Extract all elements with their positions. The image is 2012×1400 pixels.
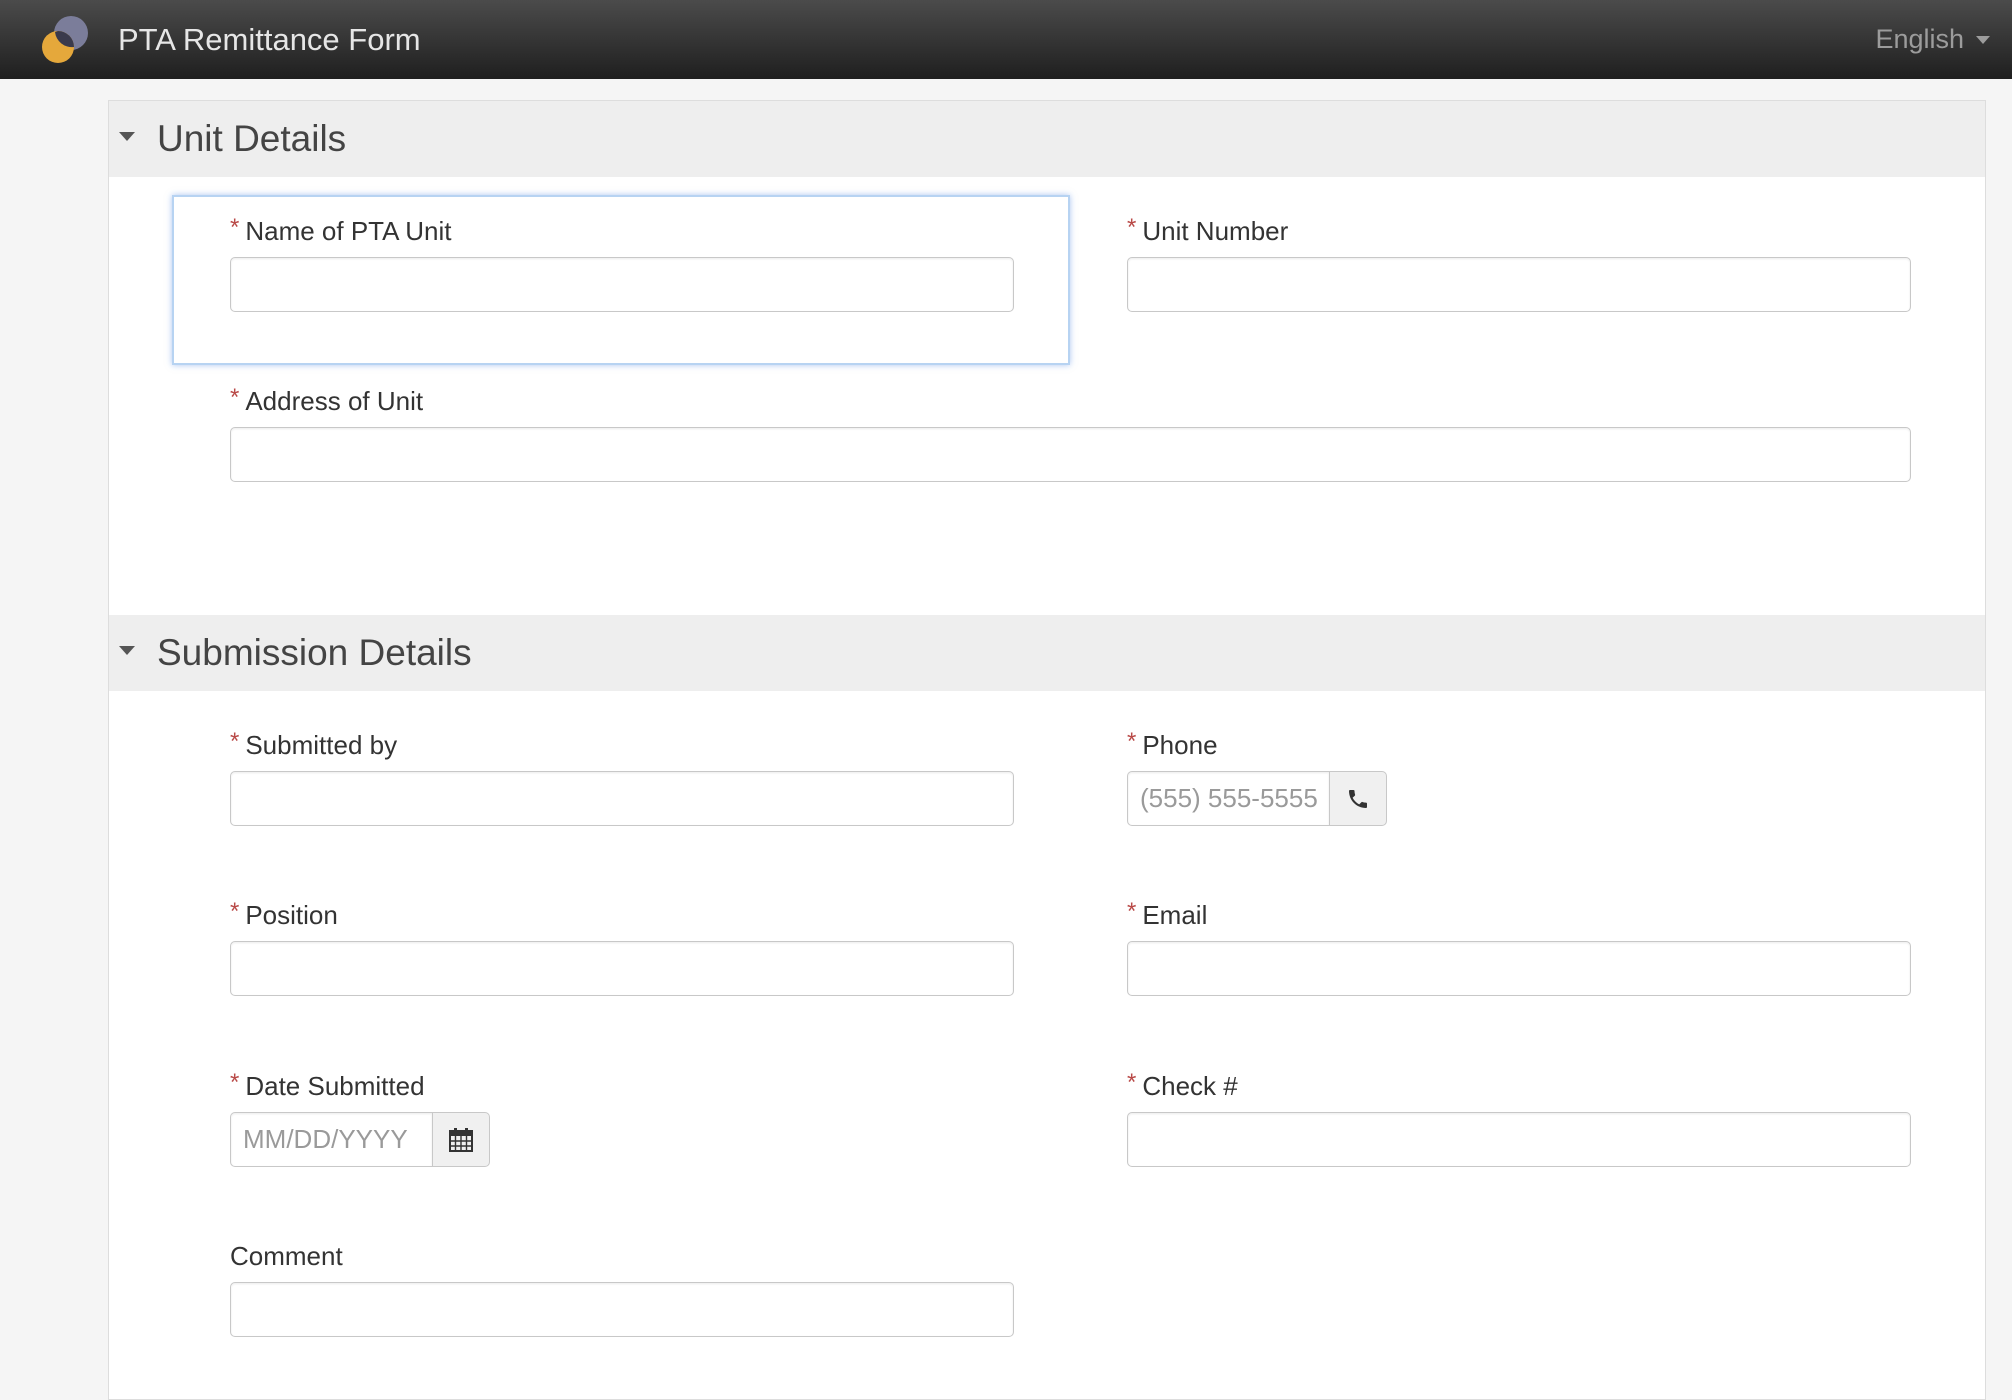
section-header-unit-details[interactable]: Unit Details [109, 101, 1985, 177]
unit-address-field: * Address of Unit [230, 384, 1911, 482]
language-label: English [1875, 24, 1964, 54]
field-label: Check # [1142, 1071, 1238, 1101]
field-label: Unit Number [1142, 216, 1289, 246]
field-label: Submitted by [245, 730, 398, 760]
phone-addon [1329, 771, 1387, 826]
date-picker-button[interactable] [432, 1112, 490, 1167]
unit-number-field: * Unit Number [1127, 214, 1911, 312]
check-number-field: * Check # [1127, 1069, 1911, 1167]
required-marker: * [1127, 898, 1137, 925]
phone-input-group [1127, 771, 1387, 826]
focus-highlight [172, 195, 1070, 365]
section-title: Submission Details [157, 632, 472, 673]
caret-down-icon [1976, 35, 1990, 44]
phone-field: * Phone [1127, 728, 1397, 826]
required-marker: * [1127, 728, 1137, 755]
position-input[interactable] [230, 941, 1014, 996]
field-label: Phone [1142, 730, 1218, 760]
date-submitted-field: * Date Submitted [230, 1069, 492, 1167]
date-submitted-input[interactable] [230, 1112, 432, 1167]
calendar-icon [449, 1127, 473, 1152]
caret-down-icon [119, 131, 135, 141]
email-input[interactable] [1127, 941, 1911, 996]
date-input-group [230, 1112, 490, 1167]
section-title: Unit Details [157, 118, 347, 159]
check-number-input[interactable] [1127, 1112, 1911, 1167]
required-marker: * [230, 384, 240, 411]
required-marker: * [230, 898, 240, 925]
phone-icon [1349, 789, 1367, 808]
unit-number-input[interactable] [1127, 257, 1911, 312]
app-title: PTA Remittance Form [118, 22, 421, 57]
field-label: Address of Unit [245, 386, 424, 416]
unit-address-input[interactable] [230, 427, 1911, 482]
section-header-submission-details[interactable]: Submission Details [109, 615, 1985, 691]
comment-input[interactable] [230, 1282, 1014, 1337]
field-label: Date Submitted [245, 1071, 425, 1101]
app-header: PTA Remittance Form English [0, 0, 2012, 79]
comment-field: Comment [230, 1241, 1014, 1337]
position-field: * Position [230, 898, 1014, 996]
language-selector[interactable]: English [1875, 0, 1990, 79]
required-marker: * [230, 728, 240, 755]
required-marker: * [1127, 214, 1137, 241]
field-label: Email [1142, 900, 1208, 930]
required-marker: * [1127, 1069, 1137, 1096]
field-label: Position [245, 900, 338, 930]
app-logo-icon [42, 16, 88, 63]
caret-down-icon [119, 645, 135, 655]
email-field: * Email [1127, 898, 1911, 996]
submitted-by-field: * Submitted by [230, 728, 1014, 826]
phone-input[interactable] [1127, 771, 1329, 826]
field-label: Comment [230, 1241, 343, 1271]
required-marker: * [230, 1069, 240, 1096]
submitted-by-input[interactable] [230, 771, 1014, 826]
